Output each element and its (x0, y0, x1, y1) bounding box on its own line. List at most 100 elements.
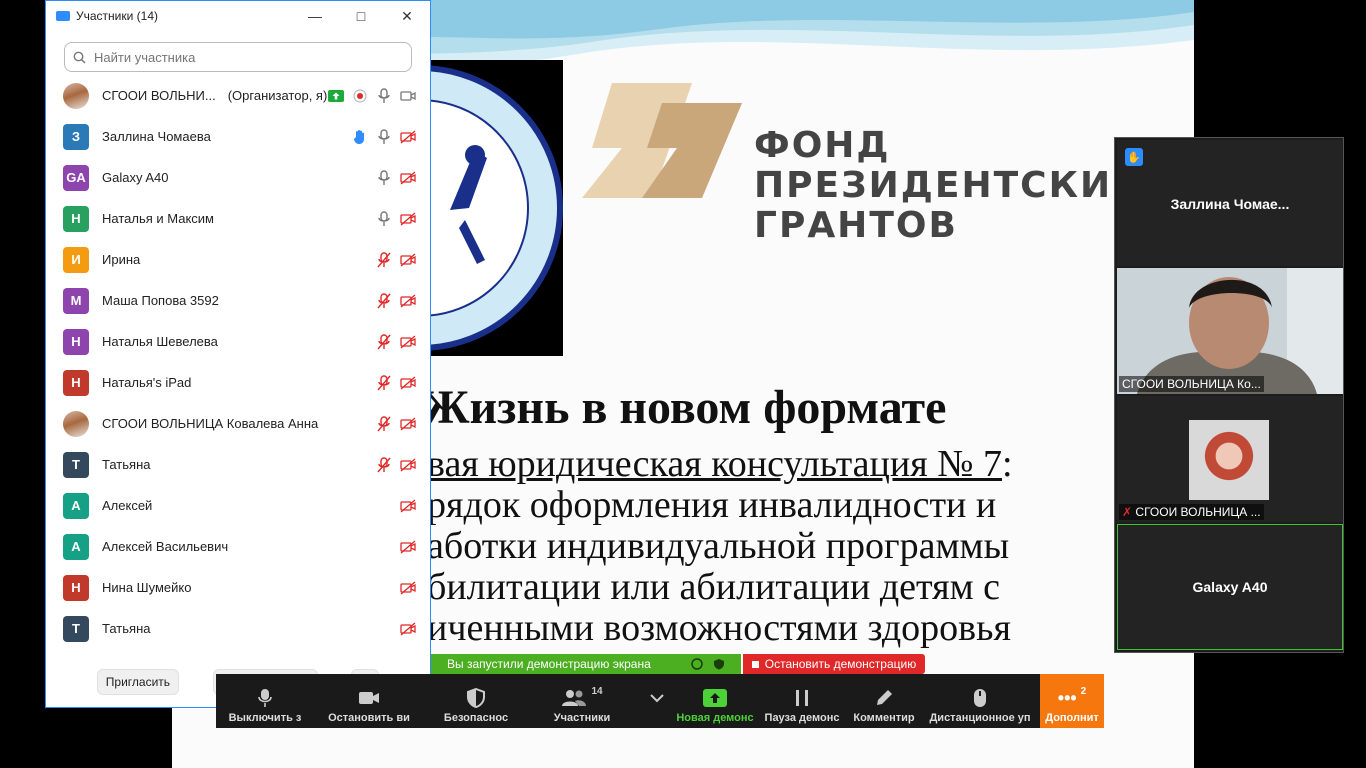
minimize-button[interactable]: — (292, 1, 338, 31)
video-off-icon[interactable] (400, 416, 416, 432)
video-off-icon[interactable] (400, 334, 416, 350)
participant-row[interactable]: GA Galaxy A40 (46, 157, 430, 198)
mic-on-icon[interactable] (376, 210, 392, 227)
close-button[interactable]: ✕ (384, 1, 430, 31)
participant-status-icons (400, 526, 416, 567)
mute-label: Выключить з (228, 712, 302, 724)
mic-off-icon[interactable] (376, 374, 392, 391)
participants-window: Участники (14) — □ ✕ СГООИ ВОЛЬНИ... (Орг… (45, 0, 431, 708)
pencil-icon (875, 686, 893, 710)
mic-off-icon[interactable] (376, 456, 392, 473)
zoom-app-icon (56, 11, 70, 21)
new-share-button[interactable]: Новая демонс (672, 674, 758, 728)
participant-row[interactable]: Н Нина Шумейко (46, 567, 430, 608)
participant-row[interactable]: СГООИ ВОЛЬНИ... (Организатор, я) (46, 75, 430, 116)
tile-name: Galaxy A40 (1192, 579, 1268, 595)
participant-row[interactable]: И Ирина (46, 239, 430, 280)
mic-off-icon[interactable] (376, 415, 392, 432)
stop-video-button[interactable]: Остановить ви (316, 674, 422, 728)
participant-name: Galaxy A40 (102, 170, 169, 185)
participant-avatar: А (63, 533, 89, 560)
video-tile-host[interactable]: СГООИ ВОЛЬНИЦА Ко... (1117, 268, 1343, 394)
video-off-icon[interactable] (400, 170, 416, 186)
participant-status-icons (352, 116, 416, 157)
pause-share-button[interactable]: Пауза демонс (762, 674, 842, 728)
participant-row[interactable]: СГООИ ВОЛЬНИЦА Ковалева Анна (46, 403, 430, 444)
remote-control-button[interactable]: Дистанционное уп (926, 674, 1034, 728)
video-panel: ✋ Заллина Чомае... СГООИ ВОЛЬНИЦА Ко... … (1114, 137, 1344, 653)
stop-share-button[interactable]: Остановить демонстрацию (743, 654, 925, 674)
mic-off-icon[interactable] (376, 251, 392, 268)
participant-avatar: Н (63, 574, 89, 601)
video-off-icon[interactable] (400, 457, 416, 473)
video-off-icon[interactable] (400, 498, 416, 514)
participant-status-icons (376, 239, 416, 280)
participant-row[interactable]: А Алексей (46, 485, 430, 526)
participant-row[interactable]: М Маша Попова 3592 (46, 280, 430, 321)
share-status-text: Вы запустили демонстрацию экрана (447, 657, 651, 671)
mute-button[interactable]: Выключить з (216, 674, 314, 728)
invite-button[interactable]: Пригласить (96, 669, 180, 695)
mic-off-icon[interactable] (376, 292, 392, 309)
subtitle-colon: : (1001, 443, 1013, 485)
fund-line-3: ГРАНТОВ (754, 205, 958, 246)
participants-chevron-button[interactable] (642, 674, 672, 728)
shield-icon (467, 686, 485, 710)
participant-row[interactable]: Т Татьяна (46, 444, 430, 485)
participants-titlebar[interactable]: Участники (14) — □ ✕ (46, 1, 430, 31)
more-button[interactable]: ••• 2 Дополнит (1040, 674, 1104, 728)
video-off-icon[interactable] (400, 211, 416, 227)
participant-avatar: Н (63, 205, 89, 232)
mic-on-icon[interactable] (376, 169, 392, 186)
maximize-button[interactable]: □ (338, 1, 384, 31)
video-off-icon[interactable] (400, 375, 416, 391)
participant-row[interactable]: Н Наталья's iPad (46, 362, 430, 403)
video-off-icon[interactable] (400, 621, 416, 637)
mic-off-icon[interactable] (376, 333, 392, 350)
participant-avatar: Н (63, 369, 89, 396)
share-status-bar: Вы запустили демонстрацию экрана (431, 654, 741, 674)
tile-label: СГООИ ВОЛЬНИЦА Ко... (1119, 376, 1264, 392)
video-off-icon[interactable] (400, 293, 416, 309)
participant-status-icons (400, 485, 416, 526)
fund-title: ФОНД ПРЕЗИДЕНТСКИ ГРАНТОВ (754, 126, 1112, 246)
mic-on-icon[interactable] (376, 87, 392, 104)
video-on-icon[interactable] (400, 88, 416, 104)
pause-share-label: Пауза демонс (764, 712, 840, 724)
video-off-icon[interactable] (400, 539, 416, 555)
tile-name: Заллина Чомае... (1170, 196, 1290, 212)
participant-role: (Организатор, я) (227, 88, 328, 103)
participant-name: СГООИ ВОЛЬНИЦА Ковалева Анна (102, 416, 319, 431)
video-tile-galaxy[interactable]: Galaxy A40 (1117, 524, 1343, 650)
security-button[interactable]: Безопаснос (426, 674, 526, 728)
participant-name: Заллина Чомаева (102, 129, 211, 144)
video-tile-kovaleva[interactable]: ✗ СГООИ ВОЛЬНИЦА ... (1117, 396, 1343, 522)
fund-line-1: ФОНД (754, 125, 891, 166)
participant-name: Наталья's iPad (102, 375, 192, 390)
participant-avatar: Т (63, 615, 89, 642)
participant-name: Алексей (102, 498, 153, 513)
video-off-icon[interactable] (400, 129, 416, 145)
meeting-toolbar: Выключить з Остановить ви Безопаснос 14 … (216, 674, 1104, 728)
participant-avatar (63, 410, 89, 437)
more-label: Дополнит (1045, 712, 1099, 724)
participant-row[interactable]: З Заллина Чомаева (46, 116, 430, 157)
video-tile-zallina[interactable]: ✋ Заллина Чомае... (1117, 140, 1343, 266)
participant-row[interactable]: Т Татьяна (46, 608, 430, 649)
participant-row[interactable]: А Алексей Васильевич (46, 526, 430, 567)
participant-name: Ирина (102, 252, 141, 267)
participant-row[interactable]: Н Наталья и Максим (46, 198, 430, 239)
mic-icon (258, 686, 272, 710)
participant-avatar: М (63, 287, 89, 314)
participant-search-input[interactable] (92, 48, 411, 66)
shield-icon (713, 659, 724, 670)
mic-on-icon[interactable] (376, 128, 392, 145)
participants-button[interactable]: 14 Участники (534, 674, 630, 728)
participant-row[interactable]: Н Наталья Шевелева (46, 321, 430, 362)
video-off-icon[interactable] (400, 252, 416, 268)
video-off-icon[interactable] (400, 580, 416, 596)
stop-share-label: Остановить демонстрацию (764, 657, 917, 671)
participant-search[interactable] (64, 42, 412, 72)
annotate-button[interactable]: Комментир (848, 674, 920, 728)
remote-control-label: Дистанционное уп (929, 712, 1031, 724)
